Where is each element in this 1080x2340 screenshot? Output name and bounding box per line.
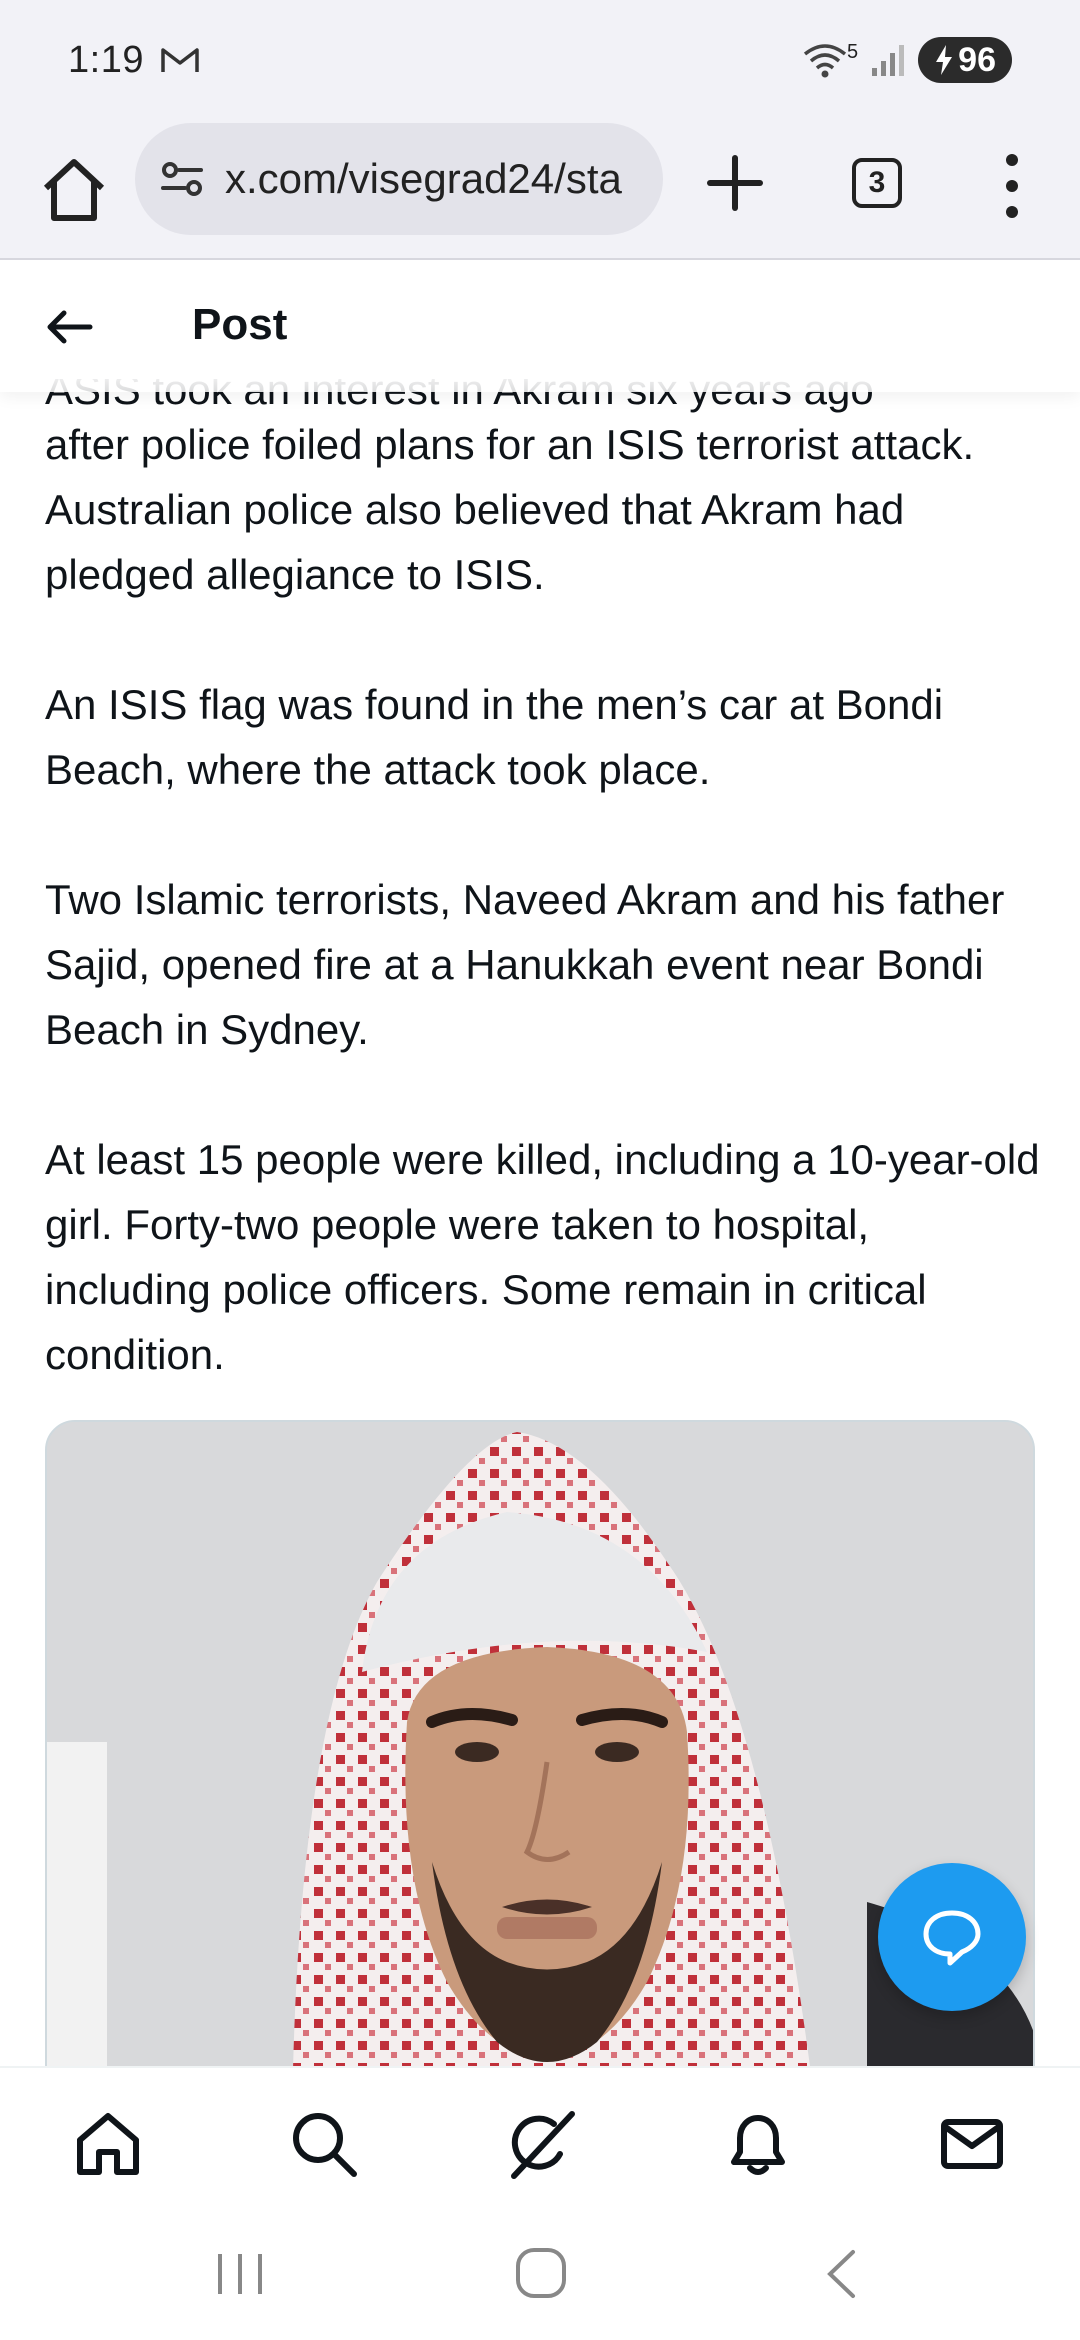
bottom-navigation (0, 2066, 1080, 2206)
battery-level: 96 (958, 40, 996, 79)
system-navigation (0, 2206, 1080, 2340)
mail-icon[interactable] (934, 2106, 1010, 2182)
new-tab-icon[interactable] (700, 148, 770, 218)
post-header: Post (0, 262, 1080, 392)
home-circle-icon[interactable] (506, 2244, 576, 2304)
post-paragraph: At least 15 people were killed, includin… (45, 1136, 1040, 1378)
site-settings-icon[interactable] (157, 154, 207, 204)
chat-bubble-icon (923, 1910, 981, 1966)
post-paragraph: after police foiled plans for an ISIS te… (45, 421, 975, 598)
compose-chat-button[interactable] (878, 1863, 1026, 2011)
signal-icon (872, 45, 905, 76)
network-label: 5 (847, 40, 859, 63)
charging-bolt-icon (936, 45, 953, 75)
bell-icon[interactable] (720, 2106, 796, 2182)
status-right: 5 96 (801, 37, 1012, 83)
url-text[interactable]: x.com/visegrad24/sta (225, 155, 622, 203)
battery-indicator: 96 (918, 37, 1012, 83)
recents-icon[interactable] (205, 2244, 275, 2304)
url-bar[interactable]: x.com/visegrad24/sta (135, 123, 663, 235)
home-icon[interactable] (70, 2106, 146, 2182)
search-icon[interactable] (286, 2106, 362, 2182)
status-bar: 1:19 5 96 (0, 0, 1080, 120)
browser-home-icon[interactable] (34, 150, 114, 230)
wifi-icon (803, 44, 847, 78)
more-options-icon[interactable] (990, 146, 1034, 226)
page-title: Post (192, 300, 288, 349)
back-arrow-icon[interactable] (40, 302, 100, 352)
back-chevron-icon[interactable] (808, 2244, 878, 2304)
tab-switcher-button[interactable]: 3 (852, 158, 902, 208)
browser-toolbar: x.com/visegrad24/sta 3 (0, 120, 1080, 260)
status-time: 1:19 (68, 38, 144, 81)
screen: 1:19 5 96 x.com/visegrad24/sta 3 after p… (0, 0, 1080, 2340)
grok-icon[interactable] (502, 2106, 578, 2182)
post-paragraph: An ISIS flag was found in the men’s car … (45, 681, 944, 793)
gmail-icon (161, 48, 199, 72)
post-content: ASIS took an interest in Akram six years… (0, 262, 1080, 2067)
post-paragraph: Two Islamic terrorists, Naveed Akram and… (45, 876, 1005, 1053)
post-body: after police foiled plans for an ISIS te… (45, 412, 1045, 1452)
